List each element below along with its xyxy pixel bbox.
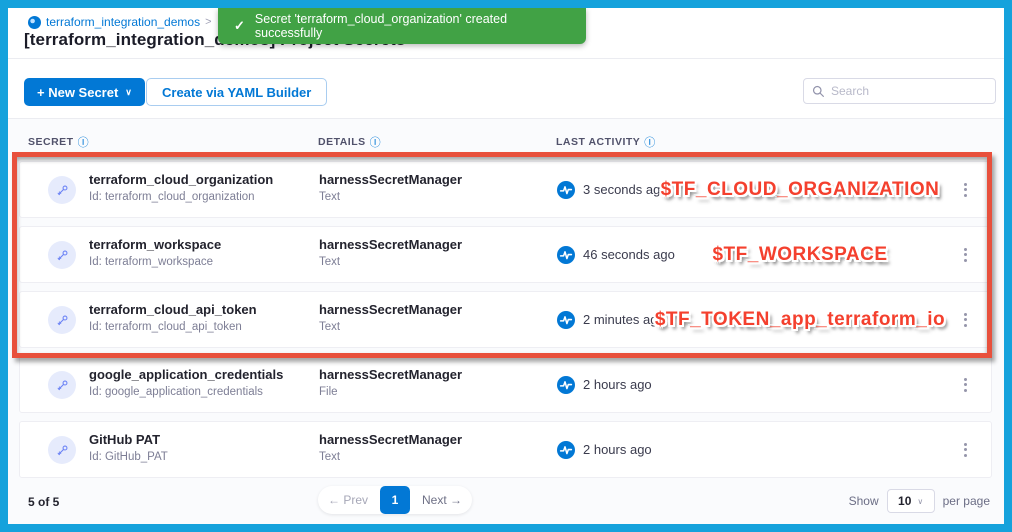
breadcrumb-link[interactable]: terraform_integration_demos: [46, 15, 200, 29]
table-row[interactable]: terraform_cloud_organization Id: terrafo…: [19, 161, 992, 218]
table-row[interactable]: google_application_credentials Id: googl…: [19, 356, 992, 413]
secret-name[interactable]: GitHub PAT: [89, 432, 168, 447]
table-row[interactable]: GitHub PAT Id: GitHub_PAT harnessSecretM…: [19, 421, 992, 478]
info-icon: ⓘ: [78, 134, 90, 150]
search-box[interactable]: [803, 78, 996, 104]
secret-manager: harnessSecretManager: [319, 237, 462, 252]
app-window: terraform_integration_demos > [terraform…: [0, 0, 1012, 532]
row-menu-button[interactable]: [960, 179, 971, 201]
secret-type: Text: [319, 321, 462, 333]
chevron-down-icon: ∨: [125, 87, 132, 98]
secret-name[interactable]: terraform_workspace: [89, 237, 221, 252]
secret-id: Id: terraform_cloud_api_token: [89, 321, 257, 333]
secret-id: Id: GitHub_PAT: [89, 451, 168, 463]
activity-icon: [557, 376, 575, 394]
table-header: SECRET ⓘ DETAILS ⓘ LAST ACTIVITY ⓘ: [8, 134, 1004, 150]
yaml-builder-button[interactable]: Create via YAML Builder: [146, 78, 327, 106]
page-size-value: 10: [898, 494, 911, 508]
search-input[interactable]: [831, 84, 987, 98]
row-menu-button[interactable]: [960, 309, 971, 331]
row-menu-button[interactable]: [960, 244, 971, 266]
annotation-overlay: $TF_TOKEN_app_terraform_io: [620, 309, 980, 331]
last-activity-text: 2 hours ago: [583, 442, 652, 457]
secret-id: Id: terraform_workspace: [89, 256, 221, 268]
secret-manager: harnessSecretManager: [319, 172, 462, 187]
results-count: 5 of 5: [28, 495, 59, 509]
secret-manager: harnessSecretManager: [319, 302, 462, 317]
secret-manager: harnessSecretManager: [319, 432, 462, 447]
activity-icon: [557, 181, 575, 199]
secret-id: Id: google_application_credentials: [89, 386, 283, 398]
activity-icon: [557, 246, 575, 264]
toast-message: Secret 'terraform_cloud_organization' cr…: [255, 12, 570, 40]
row-menu-button[interactable]: [960, 374, 971, 396]
secret-key-icon: [48, 306, 76, 334]
next-button[interactable]: Next →: [422, 493, 462, 507]
row-menu-button[interactable]: [960, 439, 971, 461]
secret-type: Text: [319, 451, 462, 463]
new-secret-button[interactable]: + New Secret ∨: [24, 78, 145, 106]
secret-key-icon: [48, 241, 76, 269]
annotation-overlay: $TF_CLOUD_ORGANIZATION: [620, 179, 980, 201]
show-label: Show: [849, 494, 879, 508]
success-toast: ✓ Secret 'terraform_cloud_organization' …: [218, 8, 586, 44]
secret-key-icon: [48, 371, 76, 399]
activity-icon: [557, 441, 575, 459]
table-row[interactable]: terraform_workspace Id: terraform_worksp…: [19, 226, 992, 283]
secret-key-icon: [48, 176, 76, 204]
secret-name[interactable]: terraform_cloud_api_token: [89, 302, 257, 317]
secret-key-icon: [48, 436, 76, 464]
secret-name[interactable]: google_application_credentials: [89, 367, 283, 382]
last-activity-text: 2 hours ago: [583, 377, 652, 392]
column-header-details: DETAILS ⓘ: [318, 134, 381, 150]
secret-name[interactable]: terraform_cloud_organization: [89, 172, 273, 187]
pagination: ← Prev 1 Next →: [318, 486, 472, 514]
activity-icon: [557, 311, 575, 329]
secret-manager: harnessSecretManager: [319, 367, 462, 382]
annotation-overlay: $TF_WORKSPACE: [620, 244, 980, 266]
secret-id: Id: terraform_cloud_organization: [89, 191, 273, 203]
info-icon: ⓘ: [370, 134, 382, 150]
secret-type: File: [319, 386, 462, 398]
page-size-select[interactable]: 10 ∨: [887, 489, 935, 513]
info-icon: ⓘ: [644, 134, 656, 150]
secret-type: Text: [319, 256, 462, 268]
search-icon: [812, 85, 825, 98]
project-icon: [28, 16, 41, 29]
chevron-down-icon: ∨: [917, 497, 923, 506]
breadcrumb-chevron: >: [205, 16, 211, 28]
check-icon: ✓: [234, 18, 245, 34]
breadcrumb: terraform_integration_demos >: [28, 15, 212, 29]
per-page-label: per page: [943, 494, 990, 508]
table-row[interactable]: terraform_cloud_api_token Id: terraform_…: [19, 291, 992, 348]
column-header-last-activity: LAST ACTIVITY ⓘ: [556, 134, 656, 150]
rows-container: terraform_cloud_organization Id: terrafo…: [19, 161, 992, 486]
column-header-secret: SECRET ⓘ: [28, 134, 89, 150]
prev-button[interactable]: ← Prev: [328, 493, 368, 507]
page-number-button[interactable]: 1: [380, 486, 410, 514]
page-size-control: Show 10 ∨ per page: [849, 489, 990, 513]
header-divider: [8, 58, 1004, 59]
secret-type: Text: [319, 191, 462, 203]
